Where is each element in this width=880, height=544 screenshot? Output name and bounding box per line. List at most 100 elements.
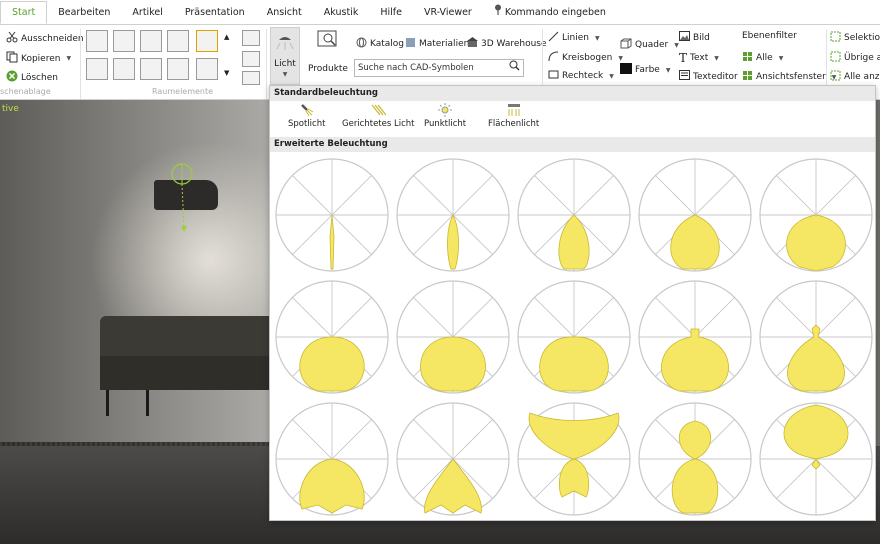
selection-button[interactable]: Selektion [830, 31, 880, 45]
light-distribution-option[interactable] [395, 401, 511, 517]
lines-button[interactable]: Linien ▼ [548, 31, 600, 45]
layer-all-label: Alle [756, 53, 773, 63]
room-icon[interactable] [113, 30, 135, 52]
line-icon [548, 31, 559, 45]
viewport-button[interactable]: Ansichtsfenster ▼ [742, 70, 836, 84]
light-distribution-option[interactable] [637, 401, 753, 517]
directional-light-button[interactable]: Gerichtetes Licht [342, 103, 414, 129]
standard-lighting-row: Spotlicht Gerichtetes Licht Punktlicht F… [270, 101, 875, 137]
delete-button[interactable]: Löschen [6, 70, 58, 85]
light-distribution-option[interactable] [758, 157, 874, 273]
area-light-label: Flächenlicht [488, 119, 540, 129]
light-distribution-option[interactable] [395, 279, 511, 395]
clipboard-group-label: schenablage [0, 87, 51, 96]
color-button[interactable]: Farbe ▼ [620, 63, 670, 77]
cut-label: Ausschneiden [21, 33, 84, 44]
tab-ansicht[interactable]: Ansicht [256, 2, 313, 24]
light-distribution-option[interactable] [637, 157, 753, 273]
spotlight-button[interactable]: Spotlicht [288, 103, 325, 129]
show-all-button[interactable]: Alle anzei [830, 70, 880, 84]
light-distribution-option[interactable] [274, 279, 390, 395]
rectangle-button[interactable]: Rechteck ▼ [548, 70, 614, 82]
light-button[interactable]: Licht ▼ [270, 27, 300, 85]
tab-vr-viewer[interactable]: VR-Viewer [413, 2, 483, 24]
text-button[interactable]: T Text ▼ [679, 51, 719, 65]
light-distribution-diagram [396, 158, 510, 272]
image-button[interactable]: Bild [679, 31, 710, 44]
light-distribution-diagram [396, 402, 510, 516]
warehouse-button[interactable]: 3D Warehouse [467, 37, 547, 51]
tab-akustik[interactable]: Akustik [313, 2, 370, 24]
chevron-down-icon: ▼ [594, 34, 600, 42]
products-button[interactable]: Produkte [306, 29, 350, 74]
light-distribution-option[interactable] [758, 401, 874, 517]
other-icon [830, 51, 841, 65]
light-distribution-option[interactable] [516, 157, 632, 273]
arc-button[interactable]: Kreisbogen ▼ [548, 51, 623, 65]
light-distribution-diagram [638, 280, 752, 394]
chevron-down-icon: ▼ [778, 54, 784, 62]
search-icon[interactable] [509, 60, 520, 77]
sofa[interactable] [100, 316, 280, 360]
tab-start[interactable]: Start [0, 1, 48, 24]
light-distribution-shape [420, 336, 486, 392]
measure-icon[interactable] [242, 30, 260, 46]
area-light-button[interactable]: Flächenlicht [488, 103, 539, 129]
tab-praesentation[interactable]: Präsentation [174, 2, 256, 24]
tab-artikel[interactable]: Artikel [121, 2, 173, 24]
object-icon[interactable] [242, 71, 260, 85]
text-label: Text [690, 53, 709, 63]
cuboid-button[interactable]: Quader ▼ [620, 38, 679, 52]
copy-label: Kopieren [21, 53, 61, 64]
roof-icon[interactable] [86, 58, 108, 80]
catalog-button[interactable]: Katalog [356, 37, 404, 51]
light-label: Licht [274, 59, 296, 69]
light-distribution-option[interactable] [274, 401, 390, 517]
tab-hilfe[interactable]: Hilfe [369, 2, 413, 24]
cut-plane-icon[interactable] [242, 51, 260, 67]
light-distribution-option[interactable] [516, 401, 632, 517]
light-distribution-option[interactable] [516, 279, 632, 395]
materials-button[interactable]: Materialien [405, 37, 469, 51]
ceiling-icon[interactable] [167, 30, 189, 52]
catalog-label: Katalog [370, 39, 405, 49]
delete-label: Löschen [21, 72, 58, 83]
cad-search-input[interactable]: Suche nach CAD-Symbolen [354, 59, 524, 77]
light-distribution-option[interactable] [637, 279, 753, 395]
copy-icon [6, 51, 18, 66]
menu-bar: Start Bearbeiten Artikel Präsentation An… [0, 0, 880, 24]
tab-bearbeiten[interactable]: Bearbeiten [47, 2, 121, 24]
light-distribution-option[interactable] [274, 157, 390, 273]
cut-button[interactable]: Ausschneiden [6, 31, 84, 46]
pin-icon [494, 2, 502, 24]
room-expand-icon[interactable]: ▲ [224, 33, 229, 41]
sofa-seat[interactable] [100, 356, 280, 390]
viewport-icon [742, 70, 753, 84]
command-input[interactable]: Kommando eingeben [483, 2, 617, 24]
rectangle-icon [548, 70, 559, 82]
chevron-down-icon: ▼ [618, 54, 623, 62]
point-light-button[interactable]: Punktlicht [424, 103, 466, 129]
light-distribution-option[interactable] [758, 279, 874, 395]
room-more-icon[interactable]: ▼ [224, 69, 229, 77]
light-distribution-diagram [275, 158, 389, 272]
door-icon[interactable] [140, 58, 162, 80]
ribbon-separator [80, 29, 81, 99]
floor-icon[interactable] [196, 30, 218, 52]
wall-icon[interactable] [86, 30, 108, 52]
other-button[interactable]: Übrige au [830, 51, 880, 65]
extended-lighting-header: Erweiterte Beleuchtung [270, 137, 875, 152]
light-distribution-diagram [275, 280, 389, 394]
light-distribution-diagram [759, 280, 873, 394]
area-light-icon [507, 104, 520, 116]
lines-label: Linien [562, 33, 589, 43]
layer-all-button[interactable]: Alle ▼ [742, 51, 783, 65]
light-distribution-option[interactable] [395, 157, 511, 273]
door-frame-icon[interactable] [140, 30, 162, 52]
shelf-icon[interactable] [196, 58, 218, 80]
texteditor-button[interactable]: Texteditor [679, 70, 738, 83]
stairs-icon[interactable] [113, 58, 135, 80]
copy-button[interactable]: Kopieren ▼ [6, 51, 71, 66]
room-group-label: Raumelemente [152, 87, 214, 96]
window-icon[interactable] [167, 58, 189, 80]
